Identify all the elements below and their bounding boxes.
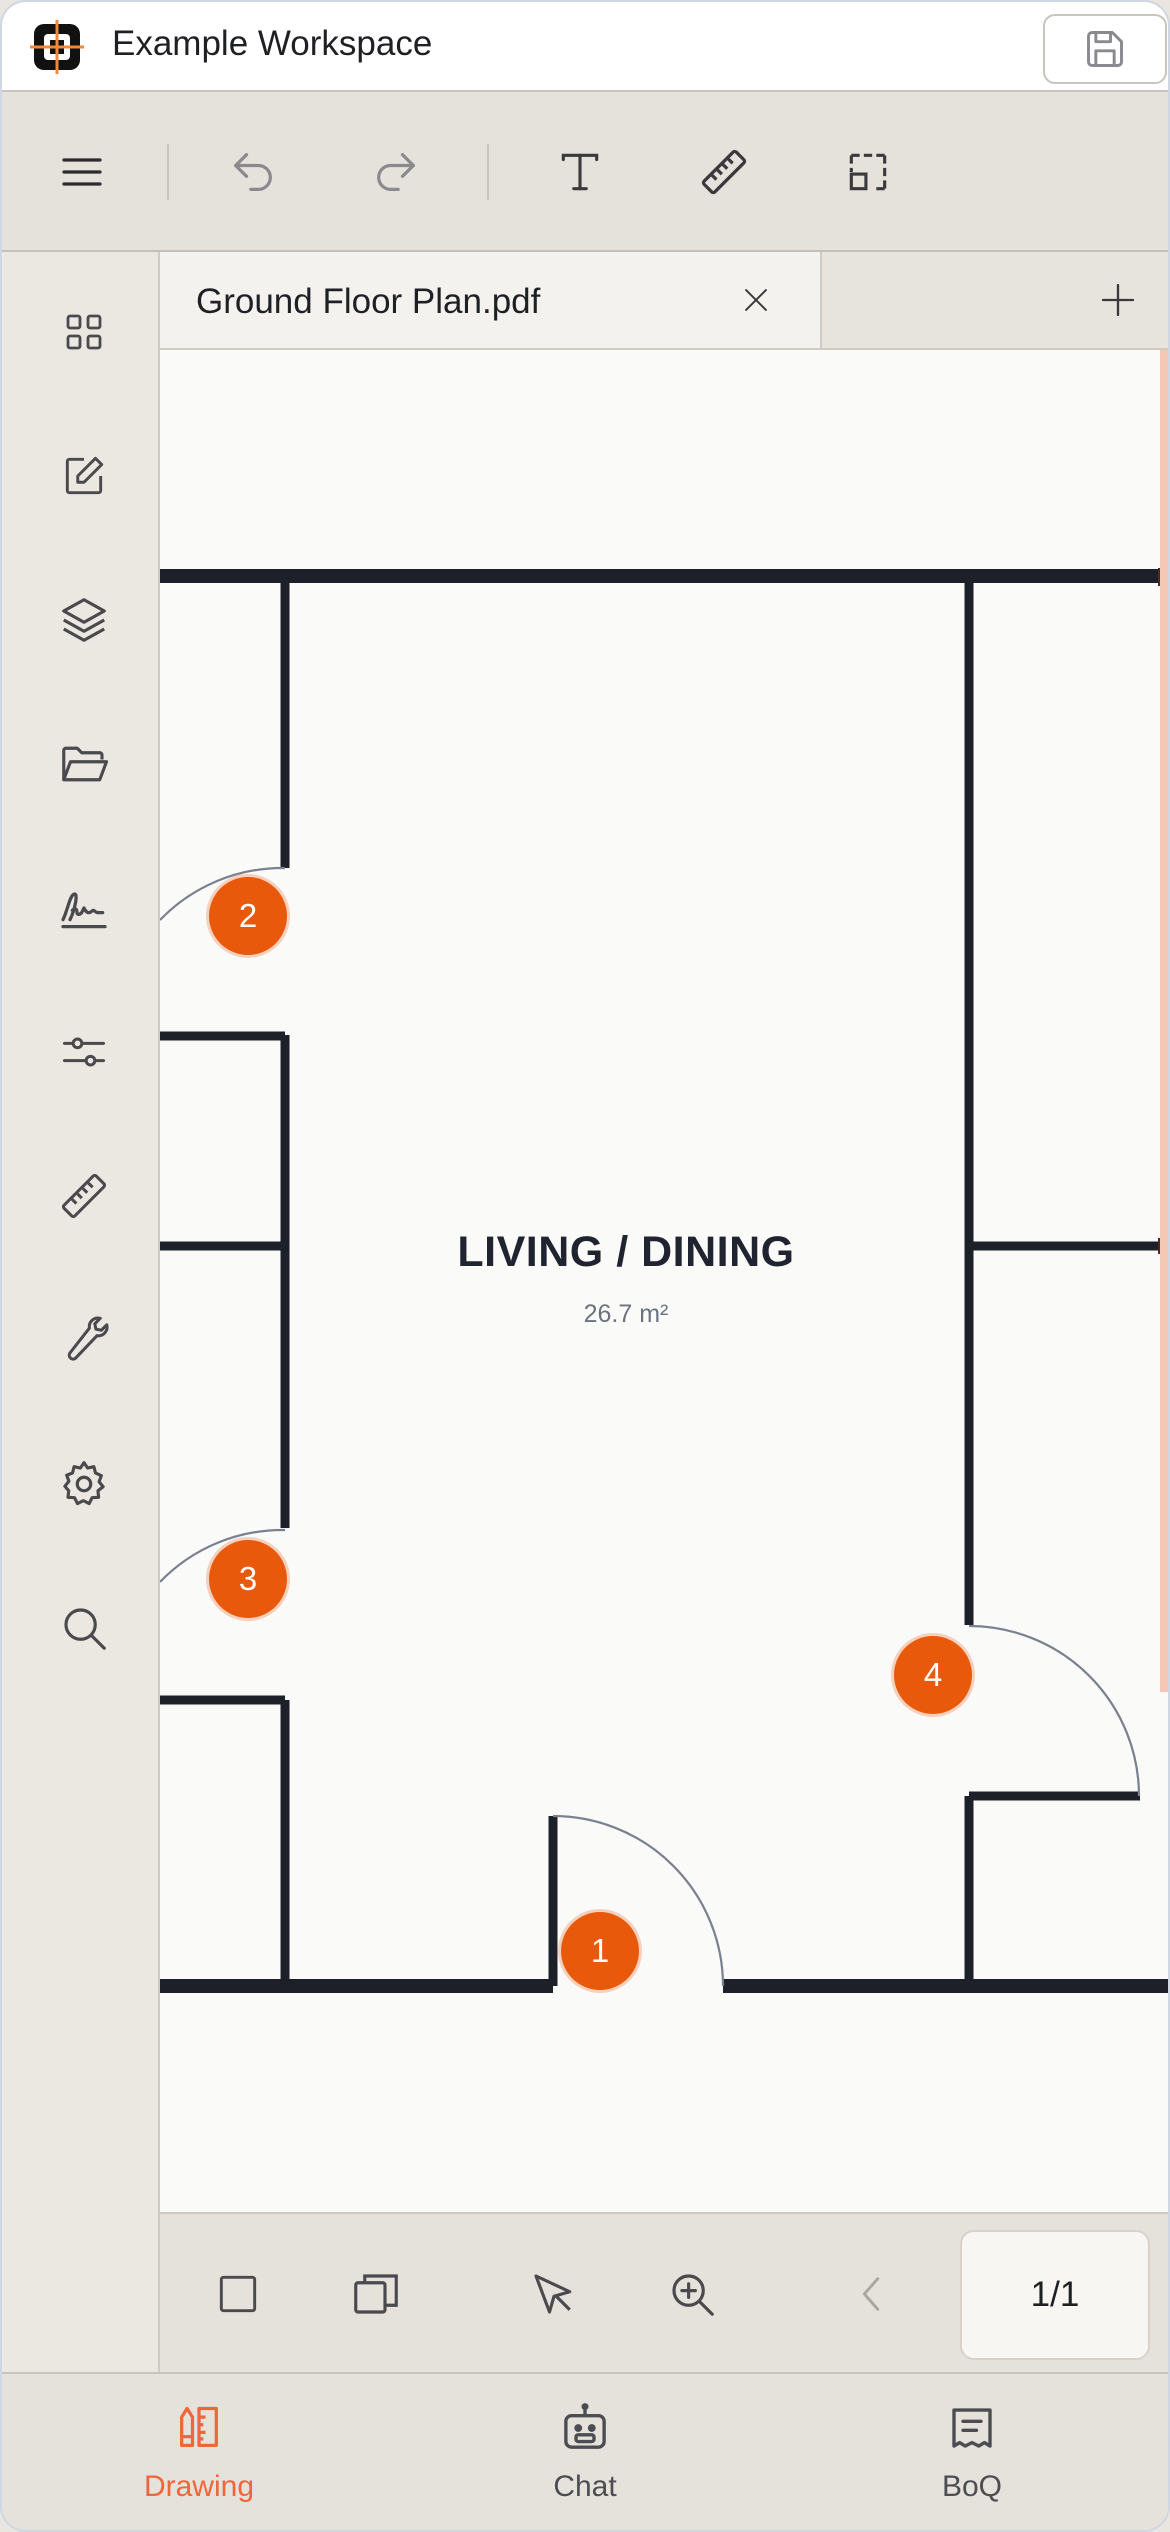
door-marker-4[interactable]: 4 [894, 1636, 972, 1714]
left-sidebar [2, 252, 160, 2372]
add-tab-button[interactable] [1090, 272, 1146, 328]
sidebar-item-measure[interactable] [48, 1160, 120, 1232]
bottom-navigation: Drawing Chat BoQ [2, 2372, 1168, 2530]
single-page-button[interactable] [202, 2258, 274, 2330]
robot-icon [557, 2400, 613, 2456]
chevron-left-icon [849, 2271, 895, 2317]
text-tool-button[interactable] [544, 136, 616, 208]
floor-plan-drawing [160, 568, 1168, 1993]
ruler-icon [698, 146, 750, 198]
nav-label: Chat [553, 2470, 617, 2503]
select-area-button[interactable] [832, 136, 904, 208]
grid-icon [60, 308, 108, 356]
redo-icon [370, 146, 422, 198]
sidebar-item-edit[interactable] [48, 440, 120, 512]
nav-item-drawing[interactable]: Drawing [99, 2400, 299, 2520]
toolbar-divider [167, 144, 169, 200]
multi-page-button[interactable] [340, 2258, 412, 2330]
rectangle-icon [213, 2269, 263, 2319]
canvas-toolbar: 1/1 [160, 2212, 1168, 2372]
search-icon [57, 1601, 111, 1655]
nav-item-chat[interactable]: Chat [485, 2400, 685, 2520]
tab-title: Ground Floor Plan.pdf [196, 282, 541, 321]
sidebar-item-settings[interactable] [48, 1448, 120, 1520]
sidebar-item-files[interactable] [48, 728, 120, 800]
redo-button[interactable] [360, 136, 432, 208]
edit-icon [59, 451, 109, 501]
stacked-pages-icon [349, 2267, 403, 2321]
menu-button[interactable] [46, 136, 118, 208]
main-toolbar [2, 92, 1168, 252]
title-bar: Example Workspace [2, 2, 1168, 92]
sidebar-item-signature[interactable] [48, 872, 120, 944]
door-marker-1[interactable]: 1 [561, 1912, 639, 1990]
previous-page-button[interactable] [836, 2258, 908, 2330]
sidebar-item-search[interactable] [48, 1592, 120, 1664]
measure-tool-button[interactable] [688, 136, 760, 208]
sidebar-item-adjustments[interactable] [48, 1016, 120, 1088]
ruler-icon [58, 1170, 110, 1222]
nav-label: Drawing [143, 2470, 255, 2503]
receipt-icon [944, 2400, 1000, 2456]
undo-button[interactable] [217, 136, 289, 208]
vertical-scrollbar[interactable] [1160, 350, 1168, 1692]
app-frame: Example Workspace Ground Floor Plan.pdf … [0, 0, 1170, 2532]
folder-icon [57, 737, 111, 791]
pointer-icon [527, 2267, 581, 2321]
select-area-icon [843, 147, 893, 197]
select-pointer-button[interactable] [518, 2258, 590, 2330]
signature-icon [56, 880, 112, 936]
text-tool-icon [555, 147, 605, 197]
sliders-icon [58, 1026, 110, 1078]
door-marker-2[interactable]: 2 [209, 877, 287, 955]
wrench-icon [58, 1314, 110, 1366]
undo-icon [227, 146, 279, 198]
floor-plan-canvas[interactable]: LIVING / DINING 26.7 m² 1 2 3 4 [160, 350, 1168, 2212]
floppy-disk-icon [1083, 27, 1127, 71]
nav-item-boq[interactable]: BoQ [872, 2400, 1072, 2520]
sidebar-item-layers[interactable] [48, 584, 120, 656]
door-marker-3[interactable]: 3 [209, 1540, 287, 1618]
room-area-label: 26.7 m² [583, 1300, 669, 1328]
menu-icon [58, 148, 106, 196]
layers-icon [57, 593, 111, 647]
close-icon [739, 283, 773, 317]
tab-ground-floor-plan[interactable]: Ground Floor Plan.pdf [160, 252, 822, 348]
tab-close-button[interactable] [730, 274, 782, 326]
zoom-in-icon [665, 2267, 719, 2321]
plus-icon [1098, 280, 1138, 320]
save-button[interactable] [1043, 14, 1167, 84]
sidebar-item-tools[interactable] [48, 1304, 120, 1376]
workspace-name: Example Workspace [112, 24, 433, 63]
zoom-in-button[interactable] [656, 2258, 728, 2330]
room-name-label: LIVING / DINING [457, 1228, 795, 1276]
sidebar-item-dashboard[interactable] [48, 296, 120, 368]
app-logo-icon [30, 20, 84, 74]
page-indicator[interactable]: 1/1 [960, 2230, 1150, 2360]
toolbar-divider [487, 144, 489, 200]
drawing-tools-icon [171, 2400, 227, 2456]
document-tabs: Ground Floor Plan.pdf [160, 252, 1168, 350]
nav-label: BoQ [941, 2470, 1003, 2503]
settings-icon [57, 1457, 111, 1511]
